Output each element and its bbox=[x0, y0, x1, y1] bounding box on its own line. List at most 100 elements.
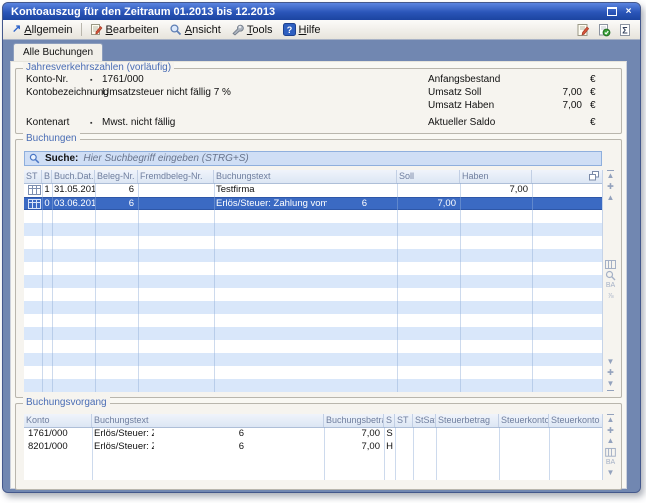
cell-text-beleg: 6 bbox=[327, 198, 397, 211]
transaction-table-header: Konto Buchungstext Buchungsbetrag S ST S… bbox=[24, 414, 602, 428]
cell-haben bbox=[460, 198, 532, 211]
empty-row bbox=[24, 379, 602, 392]
svg-text:Σ: Σ bbox=[622, 25, 628, 35]
columns-icon[interactable] bbox=[605, 447, 616, 458]
bookings-table: ST B Buch.Dat. Beleg-Nr. Fremdbeleg-Nr. … bbox=[24, 170, 603, 392]
tab-alle-buchungen[interactable]: Alle Buchungen bbox=[13, 43, 103, 61]
row-up-icon[interactable]: ▲ bbox=[607, 436, 615, 447]
currency-symbol: € bbox=[590, 117, 596, 129]
field-aktueller-saldo-label: Aktueller Saldo bbox=[428, 117, 495, 129]
zoom-icon[interactable] bbox=[605, 270, 616, 281]
search-placeholder: Hier Suchbegriff eingeben (STRG+S) bbox=[83, 153, 248, 164]
cell-beleg-nr: 6 bbox=[95, 198, 138, 211]
col-buchungsbetrag[interactable]: Buchungsbetrag bbox=[324, 414, 384, 427]
ba-icon[interactable]: BA bbox=[606, 458, 615, 469]
cell-soll bbox=[397, 184, 460, 197]
page-up-icon[interactable]: ✚ bbox=[607, 426, 614, 437]
columns-icon[interactable] bbox=[605, 259, 616, 270]
row-up-icon[interactable]: ▲ bbox=[607, 193, 615, 204]
field-umsatz-haben-label: Umsatz Haben bbox=[428, 100, 494, 112]
goto-first-icon[interactable]: ▲ bbox=[607, 414, 615, 426]
currency-symbol: € bbox=[590, 100, 596, 112]
bullet-icon: ▪ bbox=[90, 118, 92, 130]
restore-button[interactable] bbox=[604, 5, 619, 18]
col-haben[interactable]: Haben bbox=[460, 170, 532, 183]
cell-fremdbeleg-nr bbox=[138, 198, 214, 211]
currency-symbol: € bbox=[590, 87, 596, 99]
booking-row[interactable]: 1 31.05.2013 6 Testfirma 7,00 bbox=[24, 184, 602, 197]
empty-row bbox=[24, 366, 602, 379]
menu-ansicht[interactable]: Ansicht bbox=[164, 22, 226, 37]
col-steuerkonto-1[interactable]: Steuerkonto 1 bbox=[499, 414, 549, 427]
group-buchungen: Buchungen Suche: Hier Suchbegriff eingeb… bbox=[15, 139, 622, 398]
bookings-side-toolbar: ▲ ✚ ▲ BA ⅞ ▼ ✚ ▼ bbox=[604, 170, 617, 391]
col-steuerbetrag[interactable]: Steuerbetrag bbox=[436, 414, 499, 427]
page-down-icon[interactable]: ✚ bbox=[607, 368, 614, 379]
col-s[interactable]: S bbox=[384, 414, 395, 427]
menu-bearbeiten[interactable]: Bearbeiten bbox=[85, 22, 164, 37]
page-up-icon[interactable]: ✚ bbox=[607, 182, 614, 193]
field-kontobezeichnung-label: Kontobezeichnung bbox=[26, 87, 109, 99]
booking-row-selected[interactable]: 0 03.06.2013 6 Erlös/Steuer: Zahlung vom… bbox=[24, 197, 602, 210]
col-st[interactable]: ST bbox=[395, 414, 413, 427]
group-buchungsvorgang-label: Buchungsvorgang bbox=[23, 397, 110, 408]
col-st[interactable]: ST bbox=[24, 170, 42, 183]
ba-icon[interactable]: BA bbox=[606, 281, 615, 292]
col-fremdbeleg-nr[interactable]: Fremdbeleg-Nr. bbox=[138, 170, 214, 183]
copy-icon[interactable] bbox=[589, 171, 600, 181]
menu-separator bbox=[81, 23, 82, 36]
col-soll[interactable]: Soll bbox=[397, 170, 460, 183]
empty-row bbox=[24, 249, 602, 262]
cell-konto: 8201/000 bbox=[24, 441, 92, 454]
svg-text:?: ? bbox=[286, 25, 292, 35]
field-konto-nr-label: Konto-Nr. bbox=[26, 74, 68, 86]
menu-allgemein-label: Allgemein bbox=[24, 24, 72, 36]
empty-row bbox=[24, 288, 602, 301]
empty-row bbox=[24, 210, 602, 223]
close-button[interactable]: × bbox=[621, 5, 636, 18]
fraction-icon[interactable]: ⅞ bbox=[608, 292, 614, 303]
col-steuerkonto-2[interactable]: Steuerkonto 2 bbox=[549, 414, 602, 427]
empty-row bbox=[24, 314, 602, 327]
close-icon: × bbox=[626, 7, 632, 17]
cell-text: Erlös/Steuer: Zahlung vom: 03.06.2013/ B… bbox=[94, 428, 154, 441]
approve-doc-icon[interactable] bbox=[597, 23, 611, 37]
menubar-right-icons: Σ bbox=[576, 23, 636, 37]
col-buchdat[interactable]: Buch.Dat. bbox=[52, 170, 95, 183]
col-konto[interactable]: Konto bbox=[24, 414, 92, 427]
cell-b: 0 bbox=[42, 198, 52, 211]
menu-allgemein[interactable]: ↗ Allgemein bbox=[7, 23, 78, 37]
group-buchungen-label: Buchungen bbox=[23, 133, 80, 144]
titlebar[interactable]: Kontoauszug für den Zeitraum 01.2013 bis… bbox=[3, 3, 640, 20]
col-stsatz[interactable]: StSatz bbox=[413, 414, 436, 427]
cell-s: S bbox=[384, 428, 395, 441]
restore-icon bbox=[607, 7, 617, 16]
app-window: Kontoauszug für den Zeitraum 01.2013 bis… bbox=[2, 2, 641, 493]
cell-betrag: 7,00 bbox=[324, 428, 384, 441]
cell-beleg-nr: 6 bbox=[95, 184, 138, 197]
col-b[interactable]: B bbox=[42, 170, 52, 183]
col-extra bbox=[532, 170, 602, 183]
empty-row bbox=[24, 301, 602, 314]
cell-betrag: 7,00 bbox=[324, 441, 384, 454]
col-beleg-nr[interactable]: Beleg-Nr. bbox=[95, 170, 138, 183]
transaction-table: Konto Buchungstext Buchungsbetrag S ST S… bbox=[24, 414, 603, 480]
col-buchungstext[interactable]: Buchungstext bbox=[92, 414, 324, 427]
notes-icon[interactable] bbox=[576, 23, 590, 37]
goto-last-icon[interactable]: ▼ bbox=[607, 379, 615, 391]
empty-row bbox=[24, 327, 602, 340]
col-buchungstext[interactable]: Buchungstext bbox=[214, 170, 397, 183]
content-panel: Jahresverkehrszahlen (vorläufig) Konto-N… bbox=[10, 61, 627, 489]
menubar: ↗ Allgemein Bearbeiten Ansicht Tools ? H… bbox=[3, 20, 640, 40]
cell-s: H bbox=[384, 441, 395, 454]
transaction-row[interactable]: 1761/000 Erlös/Steuer: Zahlung vom: 03.0… bbox=[24, 428, 602, 441]
search-bar[interactable]: Suche: Hier Suchbegriff eingeben (STRG+S… bbox=[24, 151, 602, 166]
menu-hilfe[interactable]: ? Hilfe bbox=[278, 22, 326, 37]
transaction-row[interactable]: 8201/000 Erlös/Steuer: Zahlung vom: 03.0… bbox=[24, 441, 602, 454]
row-down-icon[interactable]: ▼ bbox=[607, 468, 615, 479]
goto-first-icon[interactable]: ▲ bbox=[607, 170, 615, 182]
row-down-icon[interactable]: ▼ bbox=[607, 357, 615, 368]
menu-tools[interactable]: Tools bbox=[226, 22, 278, 37]
sum-doc-icon[interactable]: Σ bbox=[618, 23, 632, 37]
empty-row bbox=[24, 340, 602, 353]
